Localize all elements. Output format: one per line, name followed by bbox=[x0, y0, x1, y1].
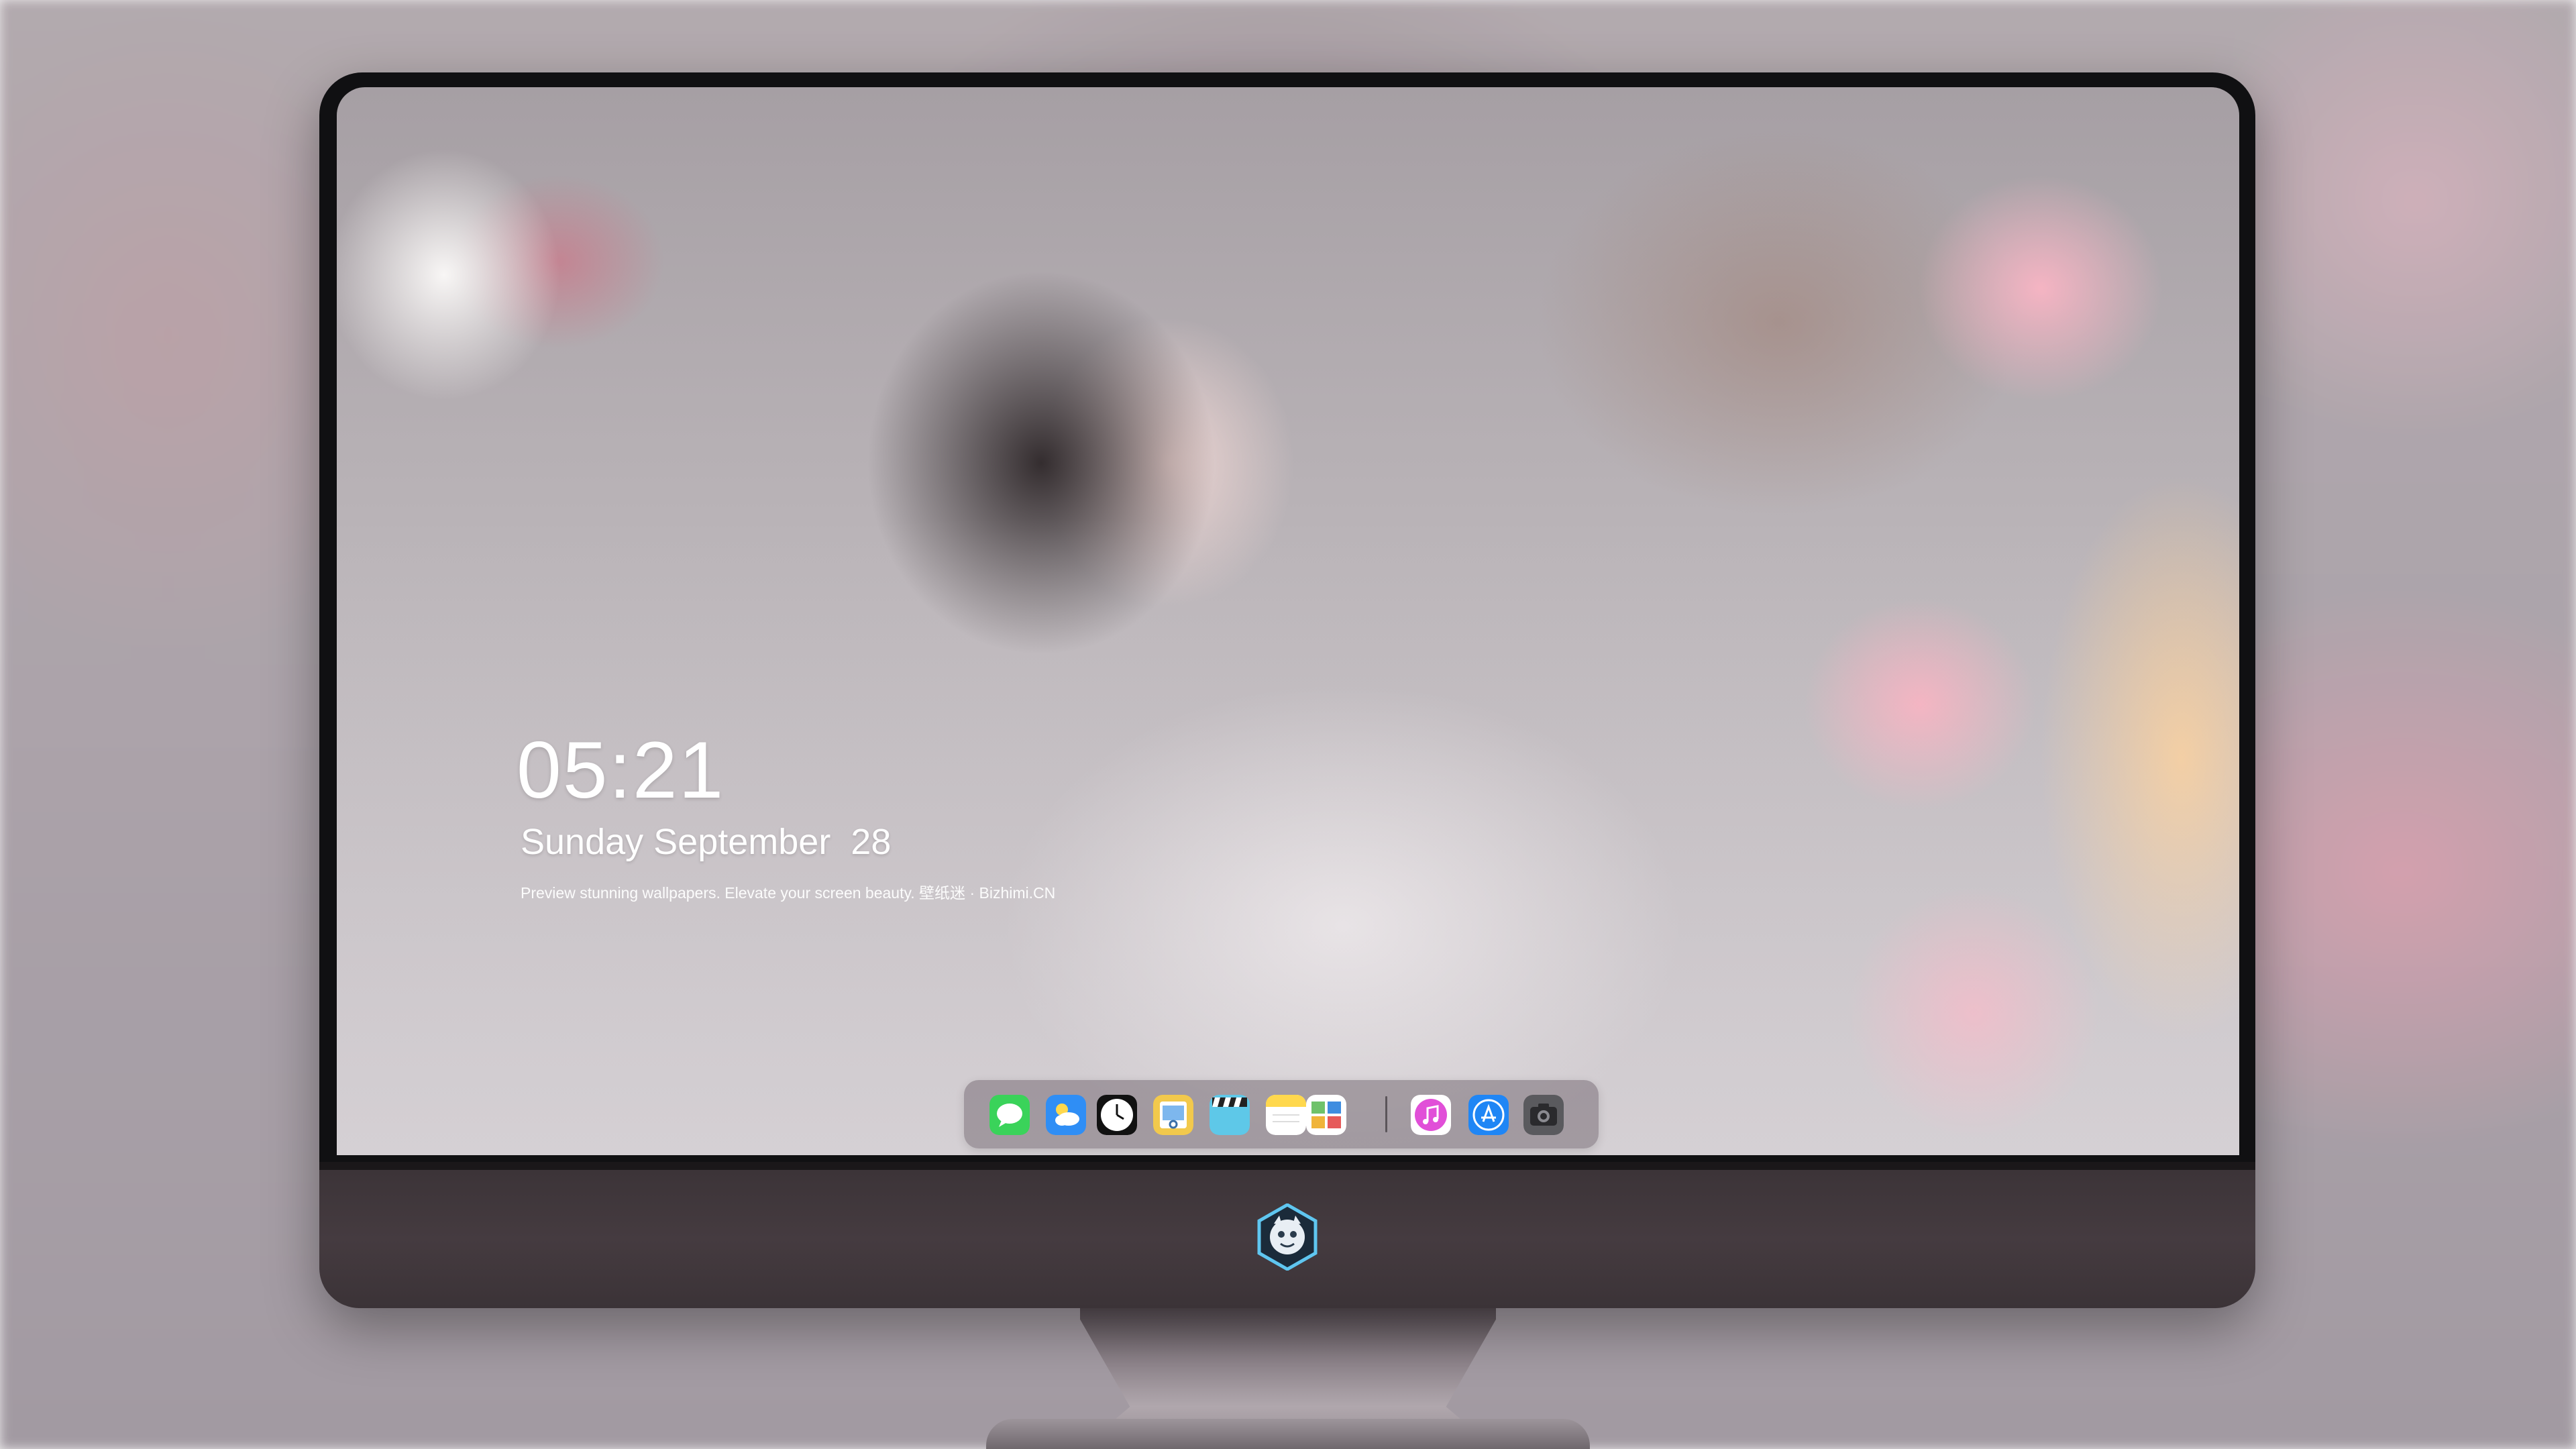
desktop-screen: 05:21 Sunday September 28 Preview stunni… bbox=[337, 87, 2239, 1155]
monitor-stand-foot bbox=[986, 1419, 1590, 1449]
photo-viewer-icon[interactable] bbox=[1153, 1095, 1193, 1135]
wallpaper-tagline: Preview stunning wallpapers. Elevate you… bbox=[521, 884, 1056, 902]
lockscreen-date: Sunday September 28 bbox=[521, 822, 892, 862]
camera-icon[interactable] bbox=[1523, 1095, 1564, 1135]
lockscreen-clock: 05:21 bbox=[517, 725, 725, 815]
notepad-icon[interactable] bbox=[1266, 1095, 1306, 1135]
speech-bubble-icon[interactable] bbox=[989, 1095, 1030, 1135]
dock bbox=[964, 1080, 1599, 1148]
app-store-icon[interactable] bbox=[1468, 1095, 1509, 1135]
cloud-sun-icon[interactable] bbox=[1046, 1095, 1086, 1135]
clock-icon[interactable] bbox=[1097, 1095, 1137, 1135]
music-note-icon[interactable] bbox=[1411, 1095, 1451, 1135]
wallpaper-haze bbox=[337, 87, 2239, 1155]
dock-separator bbox=[1385, 1096, 1387, 1132]
mascot-logo-icon bbox=[1257, 1203, 1318, 1271]
clapperboard-icon[interactable] bbox=[1210, 1095, 1250, 1135]
photo-collage-icon[interactable] bbox=[1306, 1095, 1346, 1135]
